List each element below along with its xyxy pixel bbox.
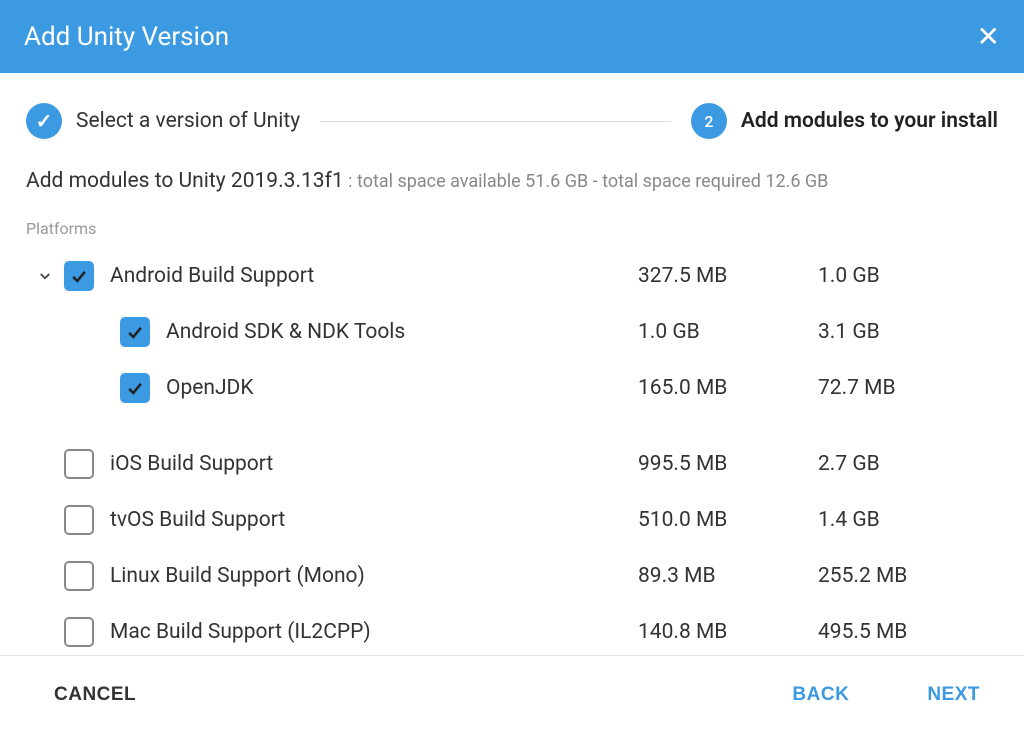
module-list: Android Build Support 327.5 MB 1.0 GB An… [26,248,998,655]
back-button[interactable]: BACK [788,676,853,714]
checkbox-ios[interactable] [64,449,94,479]
check-icon [26,103,62,139]
step-add-modules: 2 Add modules to your install [691,103,998,139]
module-row-linux: Linux Build Support (Mono) 89.3 MB 255.2… [26,548,998,604]
modules-title: Add modules to Unity 2019.3.13f1 : total… [26,169,998,193]
module-name: Linux Build Support (Mono) [110,564,638,588]
checkbox-android[interactable] [64,261,94,291]
checkbox-tvos[interactable] [64,505,94,535]
checkbox-openjdk[interactable] [120,373,150,403]
module-row-mac: Mac Build Support (IL2CPP) 140.8 MB 495.… [26,604,998,655]
checkbox-android-sdk[interactable] [120,317,150,347]
module-row-android-sdk: Android SDK & NDK Tools 1.0 GB 3.1 GB [26,304,998,360]
module-row-tvos: tvOS Build Support 510.0 MB 1.4 GB [26,492,998,548]
module-name: Mac Build Support (IL2CPP) [110,620,638,644]
cancel-button[interactable]: CANCEL [50,676,140,714]
platforms-label: Platforms [26,219,998,238]
checkbox-linux[interactable] [64,561,94,591]
module-name: Android Build Support [110,264,638,288]
step2-number-icon: 2 [691,103,727,139]
content-area: Add modules to Unity 2019.3.13f1 : total… [0,159,1024,655]
module-name: OpenJDK [166,376,638,400]
stepper-divider [320,121,671,122]
module-row-openjdk: OpenJDK 165.0 MB 72.7 MB [26,360,998,416]
dialog-title: Add Unity Version [24,22,229,52]
footer: CANCEL BACK NEXT [0,655,1024,734]
module-name: Android SDK & NDK Tools [166,320,638,344]
step-select-version[interactable]: Select a version of Unity [26,103,300,139]
installed-size: 72.7 MB [818,376,998,400]
download-size: 165.0 MB [638,376,818,400]
installed-size: 255.2 MB [818,564,998,588]
module-row-ios: iOS Build Support 995.5 MB 2.7 GB [26,436,998,492]
next-button[interactable]: NEXT [923,676,984,714]
stepper: Select a version of Unity 2 Add modules … [0,73,1024,159]
installed-size: 1.0 GB [818,264,998,288]
chevron-down-icon[interactable] [26,267,64,285]
download-size: 89.3 MB [638,564,818,588]
module-name: iOS Build Support [110,452,638,476]
download-size: 327.5 MB [638,264,818,288]
module-row-android: Android Build Support 327.5 MB 1.0 GB [26,248,998,304]
close-icon[interactable]: ✕ [977,20,1000,53]
module-name: tvOS Build Support [110,508,638,532]
installed-size: 495.5 MB [818,620,998,644]
download-size: 995.5 MB [638,452,818,476]
download-size: 1.0 GB [638,320,818,344]
installed-size: 1.4 GB [818,508,998,532]
dialog-header: Add Unity Version ✕ [0,0,1024,73]
space-info: : total space available 51.6 GB - total … [344,171,829,192]
checkbox-mac[interactable] [64,617,94,647]
download-size: 510.0 MB [638,508,818,532]
installed-size: 3.1 GB [818,320,998,344]
download-size: 140.8 MB [638,620,818,644]
step1-label: Select a version of Unity [76,109,300,133]
installed-size: 2.7 GB [818,452,998,476]
step2-label: Add modules to your install [741,109,998,133]
